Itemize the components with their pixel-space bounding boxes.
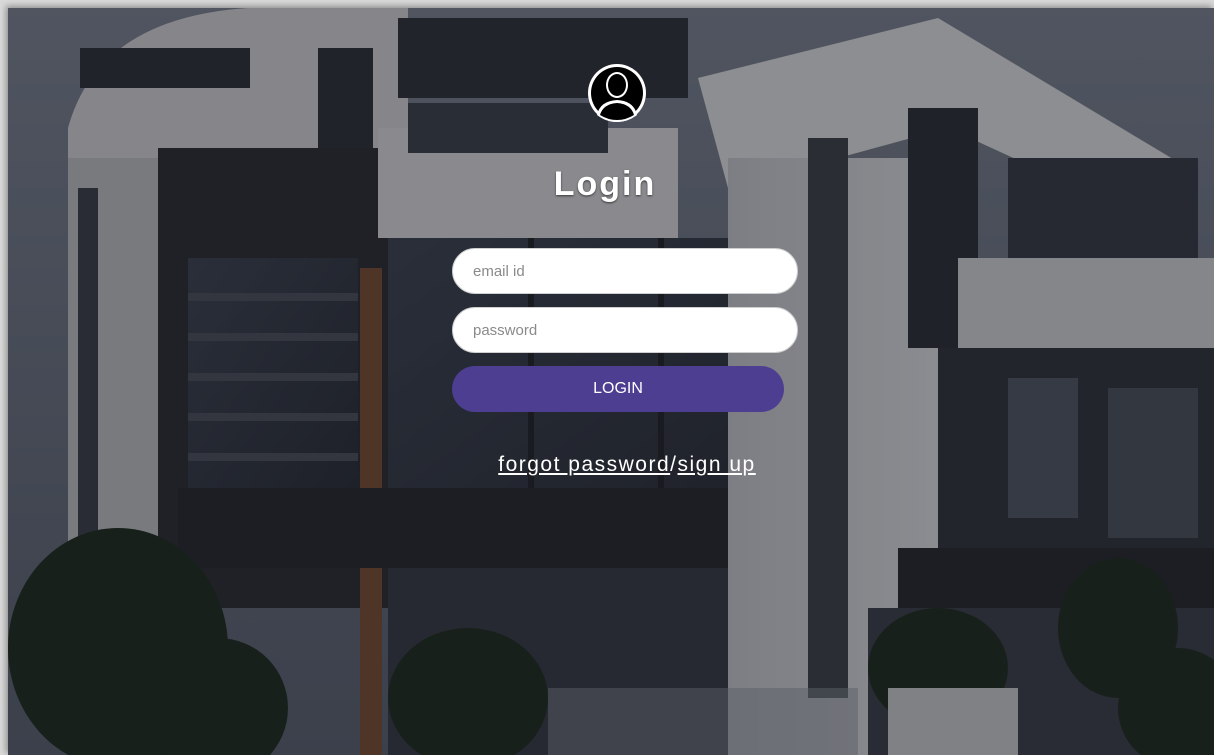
login-title: Login [553,165,657,203]
password-field[interactable] [452,307,798,353]
links-separator: / [670,453,678,476]
login-button[interactable]: LOGIN [452,366,784,412]
email-field[interactable] [452,248,798,294]
forgot-password-link[interactable]: forgot password [498,453,670,476]
sign-up-link[interactable]: sign up [678,453,756,476]
user-avatar-icon [588,64,646,122]
account-links: forgot password/sign up [20,453,1214,477]
